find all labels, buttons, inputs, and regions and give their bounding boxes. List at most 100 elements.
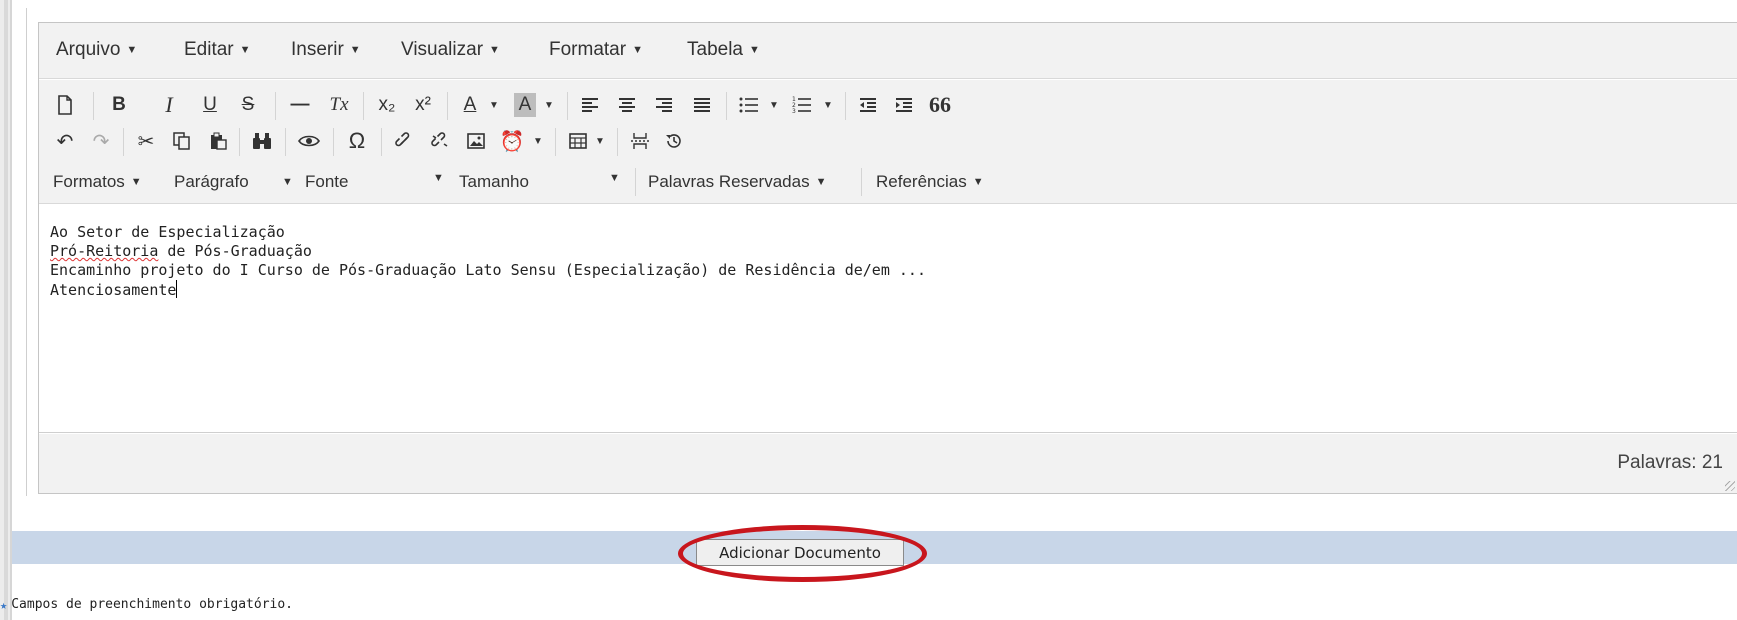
caret-down-icon: ▼ (239, 44, 251, 56)
bullet-list-icon[interactable] (736, 90, 762, 120)
caret-down-icon: ▼ (349, 44, 361, 56)
caret-down-icon[interactable]: ▼ (593, 126, 607, 156)
bold-icon[interactable]: B (107, 90, 131, 120)
svg-text:3: 3 (792, 108, 796, 114)
special-character-icon[interactable]: Ω (343, 126, 371, 156)
caret-down-icon[interactable]: ▼ (821, 90, 835, 120)
preview-eye-icon[interactable] (295, 126, 323, 156)
toolbar-row-1: B I U S — Tx x₂ x² A ▼ A ▼ ▼ 1 2 3 ▼ 66 (39, 90, 1737, 124)
toolbar-separator (845, 92, 846, 120)
find-replace-icon[interactable] (249, 126, 275, 156)
reserved-words-dropdown[interactable]: Palavras Reservadas ▼ (648, 172, 826, 192)
font-dropdown[interactable]: Fonte (305, 172, 348, 192)
toolbar-format-row: Formatos ▼ Parágrafo ▼ Fonte ▼ Tamanho ▼ P… (39, 164, 1737, 202)
dropdown-label: Palavras Reservadas (648, 172, 810, 191)
align-left-icon[interactable] (577, 90, 603, 120)
alarm-clock-icon[interactable]: ⏰ (499, 126, 525, 156)
required-note-text: Campos de preenchimento obrigatório. (11, 597, 293, 612)
menu-label: Tabela (687, 39, 743, 60)
caret-down-icon: ▼ (126, 44, 138, 56)
menu-inserir[interactable]: Inserir ▼ (291, 39, 361, 61)
caret-down-icon[interactable]: ▼ (767, 90, 781, 120)
redo-icon[interactable]: ↷ (89, 126, 113, 156)
underline-icon[interactable]: U (198, 90, 222, 120)
content-line: Pró-Reitoria de Pós-Graduação (50, 242, 1737, 261)
toolbar-separator (363, 92, 364, 120)
page-break-icon[interactable] (627, 126, 653, 156)
references-dropdown[interactable]: Referências ▼ (876, 172, 984, 192)
toolbar-separator (285, 128, 286, 156)
menu-arquivo[interactable]: Arquivo ▼ (56, 39, 137, 61)
blockquote-icon[interactable]: 66 (927, 90, 953, 120)
dropdown-label: Fonte (305, 172, 349, 191)
indent-icon[interactable] (891, 90, 917, 120)
required-fields-note: ★ Campos de preenchimento obrigatório. (0, 597, 293, 612)
caret-down-icon[interactable]: ▼ (487, 90, 501, 120)
menu-label: Visualizar (401, 39, 484, 60)
content-line: Ao Setor de Especialização (50, 223, 285, 241)
dropdown-label: Parágrafo (174, 172, 249, 191)
add-document-button[interactable]: Adicionar Documento (696, 539, 904, 566)
toolbar-separator (381, 128, 382, 156)
size-caret[interactable]: ▼ (609, 172, 620, 184)
size-dropdown[interactable]: Tamanho (459, 172, 529, 192)
editor-content-area[interactable]: Ao Setor de Especialização Pró-Reitoria … (39, 205, 1737, 433)
caret-down-icon[interactable]: ▼ (531, 126, 545, 156)
editor-statusbar: Palavras: 21 (39, 434, 1737, 493)
toolbar-separator (861, 168, 862, 196)
toolbar-row-2: ↶ ↷ ✂ Ω ⏰ ▼ ▼ (39, 126, 1737, 160)
horizontal-line-icon[interactable]: — (287, 90, 313, 120)
caret-down-icon: ▼ (815, 176, 827, 188)
restore-history-icon[interactable] (661, 126, 687, 156)
menu-tabela[interactable]: Tabela ▼ (687, 39, 760, 61)
menu-editar[interactable]: Editar ▼ (184, 39, 251, 61)
text-cursor (176, 280, 178, 298)
required-star-icon: ★ (0, 597, 8, 612)
new-document-icon[interactable] (53, 90, 77, 120)
outdent-icon[interactable] (855, 90, 881, 120)
clear-format-icon[interactable]: Tx (325, 90, 353, 120)
rich-text-editor: Arquivo ▼ Editar ▼ Inserir ▼ Visualizar ▼ Fo… (38, 22, 1737, 494)
dropdown-label: Formatos (53, 172, 125, 191)
misspelled-word: Pró-Reitoria (50, 242, 159, 260)
content-line: Atenciosamente (50, 280, 1737, 300)
superscript-icon[interactable]: x² (409, 90, 437, 120)
toolbar-separator (123, 128, 124, 156)
toolbar-separator (333, 128, 334, 156)
menu-visualizar[interactable]: Visualizar ▼ (401, 39, 500, 61)
strikethrough-icon[interactable]: S (236, 90, 260, 120)
tamanho-caret[interactable]: ▼ (433, 172, 444, 184)
toolbar-separator (93, 92, 94, 120)
menu-label: Formatar (549, 39, 627, 60)
resize-grip-icon[interactable] (1725, 481, 1735, 491)
background-color-icon[interactable]: A (514, 93, 536, 117)
link-icon[interactable] (391, 126, 417, 156)
toolbar-separator (447, 92, 448, 120)
image-icon[interactable] (463, 126, 489, 156)
dropdown-label: Referências (876, 172, 967, 191)
caret-down-icon: ▼ (972, 176, 984, 188)
italic-icon[interactable]: I (157, 90, 181, 120)
copy-icon[interactable] (169, 126, 195, 156)
formats-dropdown[interactable]: Formatos ▼ (53, 172, 142, 192)
undo-icon[interactable]: ↶ (53, 126, 77, 156)
editor-toolbar: B I U S — Tx x₂ x² A ▼ A ▼ ▼ 1 2 3 ▼ 66 … (39, 80, 1737, 204)
toolbar-separator (726, 92, 727, 120)
align-justify-icon[interactable] (689, 90, 715, 120)
align-center-icon[interactable] (614, 90, 640, 120)
paste-icon[interactable] (205, 126, 231, 156)
subscript-icon[interactable]: x₂ (373, 90, 401, 120)
cut-icon[interactable]: ✂ (133, 126, 159, 156)
toolbar-separator (617, 128, 618, 156)
numbered-list-icon[interactable]: 123 (789, 90, 815, 120)
caret-down-icon: ▼ (489, 44, 500, 56)
caret-down-icon[interactable]: ▼ (542, 90, 556, 120)
menu-formatar[interactable]: Formatar ▼ (549, 39, 643, 61)
content-line-text: de Pós-Graduação (167, 242, 312, 260)
unlink-icon[interactable] (427, 126, 453, 156)
text-color-icon[interactable]: A (459, 90, 481, 120)
caret-down-icon: ▼ (609, 172, 620, 184)
menu-label: Editar (184, 39, 234, 60)
table-icon[interactable] (565, 126, 591, 156)
align-right-icon[interactable] (651, 90, 677, 120)
